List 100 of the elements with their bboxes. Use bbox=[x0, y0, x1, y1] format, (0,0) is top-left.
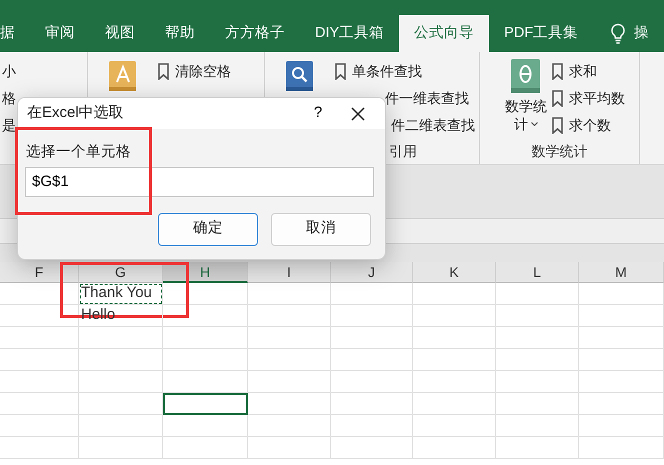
ribbon-tab[interactable]: 公式向导 bbox=[399, 15, 490, 52]
grid-cell[interactable] bbox=[248, 415, 331, 437]
grid-cell[interactable] bbox=[163, 349, 248, 371]
grid-cell[interactable] bbox=[496, 415, 579, 437]
grid-cell[interactable] bbox=[0, 393, 79, 415]
grid-cell[interactable] bbox=[79, 371, 163, 393]
ribbon-tab[interactable]: 据 bbox=[0, 15, 30, 52]
column-header[interactable]: H bbox=[163, 262, 248, 283]
ribbon-tab[interactable]: DIY工具箱 bbox=[300, 15, 400, 52]
grid-cell[interactable] bbox=[248, 305, 331, 327]
grid-cell[interactable] bbox=[248, 437, 331, 459]
grid-cell[interactable] bbox=[413, 349, 496, 371]
ribbon-tab[interactable]: 审阅 bbox=[30, 15, 90, 52]
grid-cell[interactable] bbox=[79, 349, 163, 371]
active-cell[interactable] bbox=[163, 393, 248, 415]
grid-cell[interactable] bbox=[0, 415, 79, 437]
grid-cell[interactable] bbox=[163, 283, 248, 305]
grid-cell[interactable] bbox=[79, 415, 163, 437]
grid-cell[interactable] bbox=[0, 371, 79, 393]
ribbon-command[interactable]: 清除空格 bbox=[175, 61, 231, 82]
grid-cell[interactable] bbox=[496, 437, 579, 459]
ribbon-command[interactable]: 件二维表查找 bbox=[391, 115, 475, 136]
grid-cell[interactable] bbox=[331, 327, 413, 349]
grid-cell[interactable] bbox=[496, 371, 579, 393]
grid-cell[interactable] bbox=[163, 415, 248, 437]
letter-book-icon bbox=[108, 60, 138, 92]
grid-cell[interactable] bbox=[0, 327, 79, 349]
grid-cell[interactable] bbox=[413, 327, 496, 349]
ribbon-tab[interactable]: PDF工具集 bbox=[489, 15, 594, 52]
ok-button[interactable]: 确定 bbox=[158, 212, 258, 246]
grid-cell[interactable] bbox=[413, 415, 496, 437]
grid-cell[interactable] bbox=[579, 305, 664, 327]
group-label: 引用 bbox=[389, 142, 417, 161]
grid-cell[interactable] bbox=[496, 327, 579, 349]
tell-me-search[interactable]: 操 bbox=[626, 15, 664, 52]
grid-cell[interactable] bbox=[0, 305, 79, 327]
grid-cell[interactable] bbox=[331, 393, 413, 415]
ribbon-tab[interactable]: 视图 bbox=[90, 15, 150, 52]
grid-cell[interactable] bbox=[579, 327, 664, 349]
grid-cell[interactable] bbox=[79, 393, 163, 415]
column-header[interactable]: J bbox=[331, 262, 413, 283]
grid-cell[interactable] bbox=[163, 305, 248, 327]
column-header[interactable]: I bbox=[248, 262, 331, 283]
grid-cell[interactable] bbox=[413, 283, 496, 305]
ribbon-command[interactable]: 求个数 bbox=[569, 115, 611, 136]
grid-cell[interactable] bbox=[496, 349, 579, 371]
grid-cell[interactable] bbox=[579, 437, 664, 459]
grid-cell[interactable] bbox=[331, 415, 413, 437]
cancel-button[interactable]: 取消 bbox=[271, 212, 371, 246]
column-header[interactable]: K bbox=[413, 262, 496, 283]
theta-book-icon bbox=[510, 58, 542, 94]
grid-cell[interactable] bbox=[331, 437, 413, 459]
column-header[interactable]: M bbox=[579, 262, 664, 283]
grid-cell[interactable] bbox=[0, 349, 79, 371]
grid-cell[interactable] bbox=[0, 283, 79, 305]
ribbon-tab[interactable]: 方方格子 bbox=[210, 15, 300, 52]
grid-cell[interactable] bbox=[248, 283, 331, 305]
ribbon-command[interactable]: 是 bbox=[2, 115, 16, 136]
ribbon-command[interactable]: 单条件查找 bbox=[352, 61, 422, 82]
grid-cell[interactable] bbox=[248, 371, 331, 393]
grid-cell[interactable] bbox=[579, 349, 664, 371]
grid-cell[interactable] bbox=[331, 283, 413, 305]
grid-cell[interactable] bbox=[0, 437, 79, 459]
grid-cell[interactable] bbox=[579, 415, 664, 437]
grid-cell[interactable] bbox=[163, 327, 248, 349]
grid-cell[interactable] bbox=[413, 371, 496, 393]
column-header[interactable]: F bbox=[0, 262, 79, 283]
grid-cell[interactable]: Thank You bbox=[79, 283, 163, 305]
grid-cell[interactable] bbox=[248, 349, 331, 371]
grid-cell[interactable] bbox=[79, 437, 163, 459]
grid-cell[interactable] bbox=[413, 393, 496, 415]
grid-cell[interactable] bbox=[248, 393, 331, 415]
grid-cell[interactable] bbox=[163, 437, 248, 459]
grid-cell[interactable] bbox=[413, 305, 496, 327]
grid-cell[interactable] bbox=[496, 305, 579, 327]
grid-cell[interactable] bbox=[579, 283, 664, 305]
ribbon-command[interactable]: 件一维表查找 bbox=[385, 88, 469, 109]
grid-cell[interactable] bbox=[496, 393, 579, 415]
grid-cell[interactable] bbox=[79, 327, 163, 349]
help-button[interactable]: ? bbox=[303, 101, 333, 126]
column-header[interactable]: L bbox=[496, 262, 579, 283]
lightbulb-icon[interactable] bbox=[610, 22, 626, 44]
ribbon-command[interactable]: 小 bbox=[2, 61, 16, 82]
ribbon-tab[interactable]: 帮助 bbox=[150, 15, 210, 52]
ribbon-command[interactable]: 格 bbox=[2, 88, 16, 109]
grid-cell[interactable] bbox=[331, 305, 413, 327]
grid-cell[interactable] bbox=[331, 371, 413, 393]
math-stats-button[interactable]: 数学统 计 bbox=[480, 58, 552, 133]
ribbon-command[interactable]: 求和 bbox=[569, 61, 597, 82]
grid-cell[interactable] bbox=[331, 349, 413, 371]
ribbon-command[interactable]: 求平均数 bbox=[569, 88, 625, 109]
grid-cell[interactable] bbox=[579, 371, 664, 393]
grid-cell[interactable] bbox=[413, 437, 496, 459]
grid-cell[interactable] bbox=[496, 283, 579, 305]
dialog-title: 在Excel中选取 bbox=[27, 103, 124, 124]
grid-cell[interactable] bbox=[579, 393, 664, 415]
cell-reference-field[interactable]: $G$1 bbox=[25, 166, 374, 197]
grid-cell[interactable] bbox=[248, 327, 331, 349]
grid-cell[interactable] bbox=[163, 371, 248, 393]
close-icon[interactable] bbox=[351, 106, 365, 120]
